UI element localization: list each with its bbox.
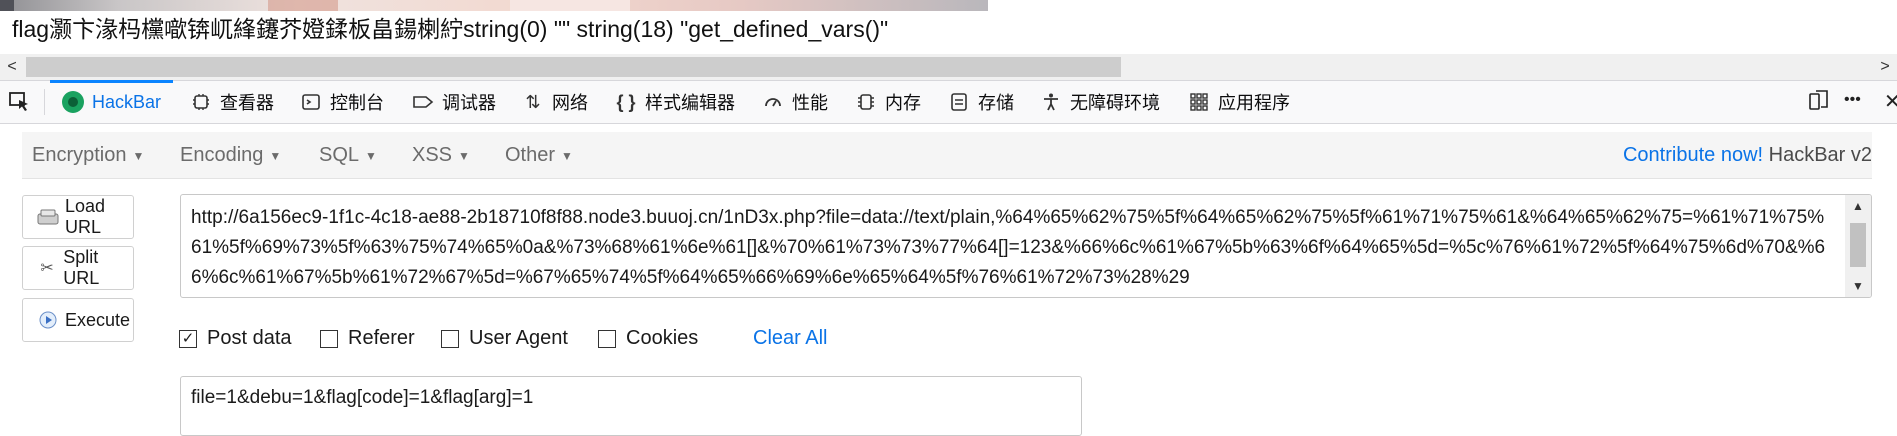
- chevron-down-icon: ▼: [561, 148, 573, 163]
- console-icon: [300, 91, 322, 113]
- debugger-icon: [412, 91, 434, 113]
- chevron-down-icon: ▼: [365, 148, 377, 163]
- post-data-textarea[interactable]: file=1&debu=1&flag[code]=1&flag[arg]=1: [180, 376, 1082, 436]
- menu-xss[interactable]: XSS ▼: [412, 144, 470, 167]
- tab-inspector[interactable]: 查看器: [190, 81, 274, 123]
- tab-label: 无障碍环境: [1070, 93, 1160, 113]
- tab-label: 查看器: [220, 93, 274, 113]
- checkmark-icon: ✓: [179, 329, 197, 348]
- hackbar-logo-icon: [62, 91, 84, 113]
- tab-performance[interactable]: 性能: [762, 81, 828, 123]
- close-icon[interactable]: ✕: [1884, 89, 1897, 114]
- menu-encoding[interactable]: Encoding ▼: [180, 144, 281, 167]
- execute-button[interactable]: Execute: [22, 298, 134, 342]
- post-data-checkbox[interactable]: ✓ Post data: [179, 327, 292, 350]
- more-options-icon[interactable]: •••: [1844, 91, 1861, 109]
- responsive-mode-icon[interactable]: [1808, 89, 1830, 117]
- menu-label: Encoding: [180, 144, 264, 166]
- inspector-icon: [190, 91, 212, 113]
- devtools-toolbar: HackBar 查看器 控制台 调试器 ⇅ 网络 { } 样式编辑器 性能 内存…: [0, 80, 1897, 124]
- scroll-up-icon[interactable]: ▲: [1845, 199, 1871, 213]
- tab-application[interactable]: 应用程序: [1188, 81, 1290, 123]
- contribute-area: Contribute now! HackBar v2: [1623, 144, 1872, 167]
- network-icon: ⇅: [525, 91, 541, 112]
- checkbox-box: [320, 329, 338, 348]
- checkbox-label: User Agent: [469, 327, 568, 349]
- play-icon: [37, 309, 59, 331]
- tab-label: 网络: [552, 93, 588, 113]
- element-picker-icon[interactable]: [8, 90, 34, 114]
- checkbox-label: Post data: [207, 327, 292, 349]
- storage-icon: [948, 91, 970, 113]
- tab-storage[interactable]: 存储: [948, 81, 1014, 123]
- scroll-left-icon[interactable]: <: [2, 54, 22, 80]
- performance-icon: [762, 91, 784, 113]
- image-region: [268, 0, 338, 11]
- tab-accessibility[interactable]: 无障碍环境: [1040, 81, 1160, 123]
- checkbox-box: [598, 329, 616, 348]
- tab-style-editor[interactable]: { } 样式编辑器: [615, 81, 735, 123]
- application-icon: [1188, 91, 1210, 113]
- chevron-down-icon: ▼: [269, 148, 282, 163]
- scissors-icon: ✂: [40, 260, 54, 277]
- menu-other[interactable]: Other ▼: [505, 144, 573, 167]
- contribute-link[interactable]: Contribute now!: [1623, 144, 1763, 166]
- tab-label: 内存: [885, 93, 921, 113]
- menu-label: XSS: [412, 144, 453, 166]
- split-url-button[interactable]: ✂ Split URL: [22, 246, 134, 290]
- tab-label: 性能: [792, 93, 828, 113]
- tab-label: 应用程序: [1218, 93, 1290, 113]
- image-light-region: [510, 0, 630, 11]
- load-url-button[interactable]: Load URL: [22, 195, 134, 239]
- hackbar-menu-bar: Encryption ▼ Encoding ▼ SQL ▼ XSS ▼ Other ▼ C…: [22, 132, 1872, 179]
- tab-debugger[interactable]: 调试器: [412, 81, 496, 123]
- scroll-down-icon[interactable]: ▼: [1845, 279, 1871, 293]
- checkbox-label: Cookies: [626, 327, 699, 349]
- tab-network[interactable]: ⇅ 网络: [522, 81, 588, 123]
- post-data-text: file=1&debu=1&flag[code]=1&flag[arg]=1: [191, 387, 534, 408]
- menu-sql[interactable]: SQL ▼: [319, 144, 377, 167]
- url-text: http://6a156ec9-1f1c-4c18-ae88-2b18710f8…: [191, 207, 1826, 288]
- tab-console[interactable]: 控制台: [300, 81, 384, 123]
- button-label: Execute: [65, 309, 131, 330]
- tab-memory[interactable]: 内存: [855, 81, 921, 123]
- toolbar-divider: [44, 89, 45, 115]
- tab-label: 样式编辑器: [645, 93, 735, 113]
- checkbox-box: [441, 329, 459, 348]
- image-dark-region: [0, 0, 14, 11]
- menu-label: Other: [505, 144, 556, 166]
- tab-label: 调试器: [442, 93, 496, 113]
- menu-encryption[interactable]: Encryption ▼: [32, 144, 144, 167]
- accessibility-icon: [1040, 91, 1062, 113]
- chevron-down-icon: ▼: [458, 148, 470, 163]
- memory-icon: [855, 91, 877, 113]
- tab-label: HackBar: [92, 91, 162, 112]
- menu-label: SQL: [319, 144, 360, 166]
- checkbox-label: Referer: [348, 327, 415, 349]
- url-textarea-scrollbar[interactable]: ▲ ▼: [1845, 195, 1871, 297]
- chevron-down-icon: ▼: [132, 148, 145, 163]
- tab-label: 控制台: [330, 93, 384, 113]
- cookies-checkbox[interactable]: Cookies: [598, 327, 698, 350]
- tab-hackbar[interactable]: HackBar: [50, 80, 174, 123]
- user-agent-checkbox[interactable]: User Agent: [441, 327, 568, 350]
- page-output-text: flag灏卞湪杩欓噷锛屼綘鑳芥嬁鍒板畠鍚楋紵string(0) "" strin…: [12, 16, 889, 42]
- style-editor-icon: { }: [616, 91, 636, 112]
- page-image-strip: [0, 0, 988, 11]
- hackbar-version: HackBar v2: [1768, 144, 1872, 166]
- horizontal-scrollbar[interactable]: < >: [0, 54, 1897, 80]
- scrollbar-thumb[interactable]: [1850, 223, 1866, 267]
- button-label: Load URL: [65, 196, 106, 237]
- scroll-right-icon[interactable]: >: [1875, 54, 1895, 80]
- referer-checkbox[interactable]: Referer: [320, 327, 415, 350]
- scrollbar-thumb[interactable]: [26, 57, 1121, 77]
- tab-label: 存储: [978, 93, 1014, 113]
- load-url-icon: [37, 206, 59, 228]
- clear-all-button[interactable]: Clear All: [753, 327, 827, 350]
- menu-label: Encryption: [32, 144, 127, 166]
- url-textarea[interactable]: http://6a156ec9-1f1c-4c18-ae88-2b18710f8…: [180, 194, 1872, 298]
- button-label: Split URL: [63, 247, 100, 288]
